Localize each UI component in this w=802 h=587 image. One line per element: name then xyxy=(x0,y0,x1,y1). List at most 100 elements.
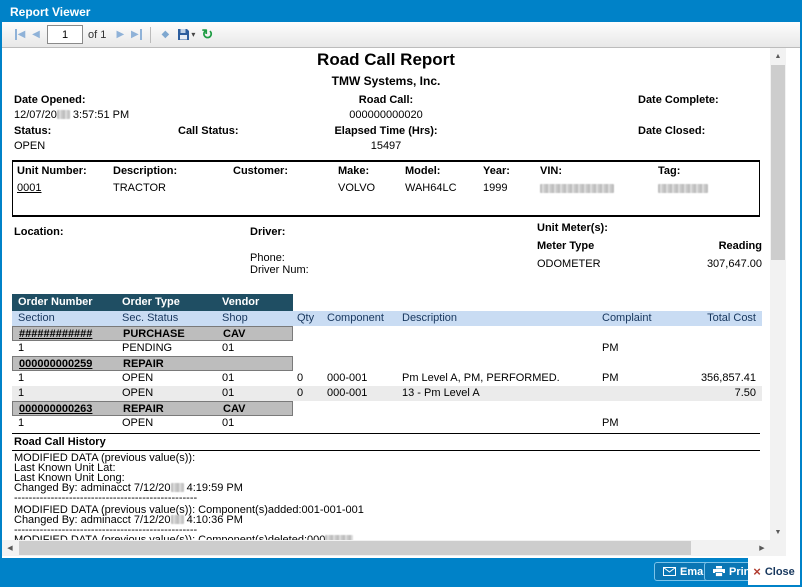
qty-col-header: Qty xyxy=(297,312,314,324)
date-opened-time: 3:57:51 PM xyxy=(73,109,129,121)
shop-cell: 01 xyxy=(222,342,234,354)
order-type-header: Order Type xyxy=(122,296,180,308)
scroll-down-icon: ▼ xyxy=(775,529,782,536)
previous-page-button[interactable]: ◀ xyxy=(28,26,44,44)
section-cell: 1 xyxy=(18,387,24,399)
driver-num-label: Driver Num: xyxy=(250,264,309,276)
unit-info-box: Unit Number: Description: Customer: Make… xyxy=(12,160,760,217)
model-value: WAH64LC xyxy=(405,182,457,194)
unit-number-link[interactable]: 0001 xyxy=(17,182,41,194)
road-call-label: Road Call: xyxy=(286,94,486,106)
driver-label: Driver: xyxy=(250,226,285,238)
previous-page-icon: ◀ xyxy=(32,29,40,40)
scroll-left-icon: ◀ xyxy=(7,544,12,552)
parent-report-button[interactable]: ◆ xyxy=(157,26,173,44)
report-page: Road Call Report TMW Systems, Inc. Date … xyxy=(2,48,770,540)
unit-number-label: Unit Number: xyxy=(17,165,87,177)
print-icon xyxy=(713,566,725,577)
export-button[interactable]: ▾ xyxy=(177,26,195,44)
redacted-vin-value xyxy=(540,184,614,193)
order-band: 000000000259 REPAIR xyxy=(12,356,293,371)
close-button-label: Close xyxy=(765,566,795,578)
complaint-cell: PM xyxy=(602,372,619,384)
vendor-cell: CAV xyxy=(223,328,245,340)
component-cell: 000-001 xyxy=(327,387,367,399)
first-page-icon: ◀ xyxy=(15,29,26,40)
shop-cell: 01 xyxy=(222,372,234,384)
scroll-right-button[interactable]: ▶ xyxy=(754,540,770,556)
last-page-button[interactable]: ▶ xyxy=(128,26,144,44)
unit-description-value: TRACTOR xyxy=(113,182,166,194)
date-complete-label: Date Complete: xyxy=(638,94,719,106)
customer-label: Customer: xyxy=(233,165,288,177)
description-cell: 13 - Pm Level A xyxy=(402,387,480,399)
report-toolbar: ◀ ◀ of 1 ▶ ▶ ◆ ▾ ↻ xyxy=(2,22,800,48)
first-page-button[interactable]: ◀ xyxy=(12,26,28,44)
horizontal-scrollbar[interactable]: ◀ ▶ xyxy=(2,540,770,556)
next-page-icon: ▶ xyxy=(117,29,125,40)
year-label: Year: xyxy=(483,165,510,177)
sec-status-cell: OPEN xyxy=(122,387,153,399)
date-opened-value: 12/07/20 3:57:51 PM xyxy=(14,109,129,121)
close-button[interactable]: × Close xyxy=(748,558,800,585)
reading-value: 307,647.00 xyxy=(652,258,762,270)
order-type-cell: PURCHASE xyxy=(123,328,185,340)
qty-cell: 0 xyxy=(297,387,303,399)
vertical-scrollbar-thumb[interactable] xyxy=(771,65,785,260)
order-number-link[interactable]: ############ xyxy=(19,328,92,340)
refresh-icon: ↻ xyxy=(202,26,214,43)
shop-cell: 01 xyxy=(222,417,234,429)
sec-status-cell: OPEN xyxy=(122,417,153,429)
reading-header: Reading xyxy=(652,240,762,252)
page-count-label: of 1 xyxy=(88,29,106,41)
shop-col-header: Shop xyxy=(222,312,248,324)
model-label: Model: xyxy=(405,165,440,177)
table-row: ############ PURCHASE CAV xyxy=(12,326,762,341)
order-number-link[interactable]: 000000000263 xyxy=(19,403,92,415)
page-number-input[interactable] xyxy=(47,25,83,44)
scroll-left-button[interactable]: ◀ xyxy=(2,540,18,556)
meter-type-header: Meter Type xyxy=(537,240,594,252)
meter-type-value: ODOMETER xyxy=(537,258,601,270)
unit-description-label: Description: xyxy=(113,165,177,177)
order-type-cell: REPAIR xyxy=(123,403,164,415)
component-col-header: Component xyxy=(327,312,384,324)
titlebar: Report Viewer xyxy=(2,2,800,22)
qty-cell: 0 xyxy=(297,372,303,384)
parent-report-icon: ◆ xyxy=(162,29,170,40)
vertical-scrollbar[interactable]: ▲ ▼ xyxy=(770,48,786,540)
call-status-label: Call Status: xyxy=(178,125,239,137)
date-closed-label: Date Closed: xyxy=(638,125,705,137)
window-title: Report Viewer xyxy=(10,5,90,19)
order-band: 000000000263 REPAIR CAV xyxy=(12,401,293,416)
redacted-tag-value xyxy=(658,184,708,193)
order-number-link[interactable]: 000000000259 xyxy=(19,358,92,370)
scroll-up-button[interactable]: ▲ xyxy=(770,48,786,64)
table-row: 1 OPEN 01 PM xyxy=(12,416,762,431)
report-title: Road Call Report xyxy=(2,50,770,70)
vendor-header: Vendor xyxy=(222,296,259,308)
date-opened-label: Date Opened: xyxy=(14,94,86,106)
date-opened-prefix: 12/07/20 xyxy=(14,109,57,121)
vin-label: VIN: xyxy=(540,165,562,177)
section-cell: 1 xyxy=(18,372,24,384)
redacted-history-year xyxy=(171,515,184,524)
history-separator: ----------------------------------------… xyxy=(14,492,197,504)
scroll-down-button[interactable]: ▼ xyxy=(770,524,786,540)
redacted-date-opened-year xyxy=(57,110,70,119)
scrollbar-corner xyxy=(770,540,786,556)
status-label: Status: xyxy=(14,125,51,137)
vendor-cell: CAV xyxy=(223,403,245,415)
total-cost-cell: 7.50 xyxy=(632,387,756,399)
refresh-button[interactable]: ↻ xyxy=(199,26,215,44)
horizontal-scrollbar-thumb[interactable] xyxy=(19,541,691,555)
last-page-icon: ▶ xyxy=(131,29,142,40)
scroll-right-icon: ▶ xyxy=(759,544,764,552)
section-cell: 1 xyxy=(18,417,24,429)
next-page-button[interactable]: ▶ xyxy=(112,26,128,44)
component-cell: 000-001 xyxy=(327,372,367,384)
report-company: TMW Systems, Inc. xyxy=(2,74,770,88)
elapsed-time-label: Elapsed Time (Hrs): xyxy=(286,125,486,137)
complaint-cell: PM xyxy=(602,342,619,354)
history-title: Road Call History xyxy=(14,436,106,448)
